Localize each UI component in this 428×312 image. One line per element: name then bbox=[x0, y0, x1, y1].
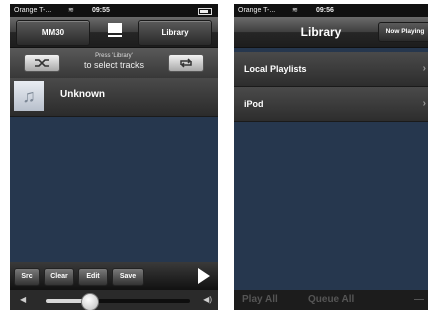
speaker-low-icon: ◀ bbox=[20, 295, 27, 304]
status-time: 09:55 bbox=[92, 7, 110, 14]
shuffle-button[interactable] bbox=[24, 54, 60, 72]
carrier-label: Orange T-... bbox=[14, 7, 52, 14]
carrier-label: Orange T-... bbox=[238, 7, 276, 14]
edit-button[interactable]: Edit bbox=[78, 268, 108, 286]
battery-icon bbox=[198, 8, 212, 15]
repeat-icon bbox=[180, 58, 192, 68]
status-bar: Orange T-... ≋ 09:56 bbox=[234, 4, 428, 17]
hint-line-2: to select tracks bbox=[83, 60, 145, 70]
chevron-right-icon: › bbox=[422, 63, 426, 74]
right-phone-screen: Orange T-... ≋ 09:56 Library Now Playing… bbox=[234, 4, 428, 310]
wifi-icon: ≋ bbox=[68, 7, 74, 14]
track-title: Unknown bbox=[60, 89, 105, 100]
volume-thumb[interactable] bbox=[81, 293, 100, 310]
volume-slider[interactable]: 30 bbox=[46, 293, 190, 310]
volume-bar: ◀ 30 ◀) bbox=[10, 290, 218, 310]
chevron-right-icon: › bbox=[422, 98, 426, 109]
list-item-label: Local Playlists bbox=[244, 64, 307, 74]
play-icon[interactable] bbox=[198, 268, 210, 284]
clear-button[interactable]: Clear bbox=[44, 268, 74, 286]
library-hint: Press 'Library' to select tracks bbox=[66, 52, 162, 71]
bottom-toolbar: Play All Queue All — bbox=[234, 290, 428, 310]
list-item-local-playlists[interactable]: Local Playlists › bbox=[234, 52, 428, 87]
repeat-button[interactable] bbox=[168, 54, 204, 72]
now-playing-icon[interactable] bbox=[106, 21, 124, 43]
nav-bar: Library Now Playing bbox=[234, 17, 428, 48]
status-bar: Orange T-... ≋ 09:55 bbox=[10, 4, 218, 17]
mm30-button[interactable]: MM30 bbox=[16, 20, 90, 46]
bottom-toolbar: Src Clear Edit Save bbox=[10, 262, 218, 290]
shuffle-icon bbox=[35, 59, 49, 67]
left-phone-screen: Orange T-... ≋ 09:55 MM30 Library Press … bbox=[10, 4, 218, 310]
speaker-high-icon: ◀) bbox=[203, 295, 212, 304]
minus-icon: — bbox=[414, 294, 424, 305]
music-note-icon: ♫ bbox=[14, 81, 44, 111]
nav-bar: MM30 Library bbox=[10, 17, 218, 48]
hint-line-1: Press 'Library' bbox=[95, 53, 133, 59]
now-playing-button[interactable]: Now Playing bbox=[378, 22, 428, 42]
library-button[interactable]: Library bbox=[138, 20, 212, 46]
queue-all-button[interactable]: Queue All bbox=[308, 290, 354, 310]
track-row[interactable]: ♫ Unknown bbox=[10, 78, 218, 117]
wifi-icon: ≋ bbox=[292, 7, 298, 14]
save-button[interactable]: Save bbox=[112, 268, 144, 286]
list-item-ipod[interactable]: iPod › bbox=[234, 87, 428, 122]
play-all-button[interactable]: Play All bbox=[242, 290, 278, 310]
list-item-label: iPod bbox=[244, 99, 264, 109]
playback-options-row: Press 'Library' to select tracks bbox=[10, 48, 218, 78]
status-time: 09:56 bbox=[316, 7, 334, 14]
src-button[interactable]: Src bbox=[14, 268, 40, 286]
